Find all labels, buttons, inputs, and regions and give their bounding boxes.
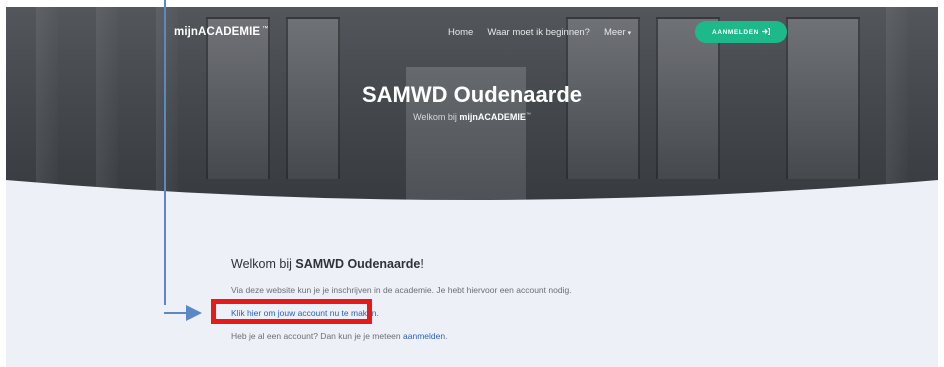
annotation-arrow-icon (186, 305, 202, 321)
sign-in-icon (761, 27, 771, 37)
nav-link-where-to-start[interactable]: Waar moet ik beginnen? (487, 27, 590, 38)
welcome-heading: Welkom bij SAMWD Oudenaarde! (231, 257, 831, 271)
brand-name: mijnACADEMIE (174, 26, 261, 38)
nav-link-more[interactable]: Meer ▾ (604, 27, 631, 38)
login-button[interactable]: AANMELDEN (695, 21, 787, 43)
page-title: SAMWD Oudenaarde (361, 82, 583, 107)
nav-links: Home Waar moet ik beginnen? Meer ▾ (448, 27, 631, 38)
login-prefix: Heb je al een account? Dan kun je je met… (231, 331, 404, 341)
brand-logo[interactable]: mijnACADEMIE ™ (174, 26, 268, 38)
page: mijnACADEMIE ™ Home Waar moet ik beginnen… (6, 7, 938, 367)
hero-banner: mijnACADEMIE ™ Home Waar moet ik beginnen… (6, 7, 938, 207)
welcome-section: Welkom bij SAMWD Oudenaarde! Via deze we… (231, 257, 831, 341)
chevron-down-icon: ▾ (627, 30, 632, 37)
hero-subtitle-tm: ™ (525, 112, 531, 118)
hero-subtitle-prefix: Welkom bij (413, 112, 460, 122)
intro-text: Via deze website kun je je inschrijven i… (231, 285, 572, 295)
login-suffix: . (445, 331, 448, 341)
top-navbar: mijnACADEMIE ™ Home Waar moet ik beginnen… (6, 7, 938, 47)
annotation-line (164, 312, 188, 314)
annotation-line (164, 0, 166, 305)
welcome-suffix: ! (420, 257, 424, 271)
nav-link-home[interactable]: Home (448, 27, 473, 38)
login-button-label: AANMELDEN (712, 28, 759, 36)
login-link[interactable]: aanmelden (403, 331, 445, 341)
nav-link-more-label: Meer (603, 27, 626, 38)
hero-subtitle: Welkom bij mijnACADEMIE™ (6, 112, 938, 122)
hero-subtitle-brand: mijnACADEMIE (459, 112, 526, 122)
welcome-org-name: SAMWD Oudenaarde (295, 257, 421, 271)
welcome-prefix: Welkom bij (231, 257, 296, 271)
brand-tm: ™ (262, 26, 269, 33)
login-paragraph: Heb je al een account? Dan kun je je met… (231, 331, 831, 341)
hero-curve (6, 180, 938, 207)
annotation-highlight-box (211, 299, 372, 324)
